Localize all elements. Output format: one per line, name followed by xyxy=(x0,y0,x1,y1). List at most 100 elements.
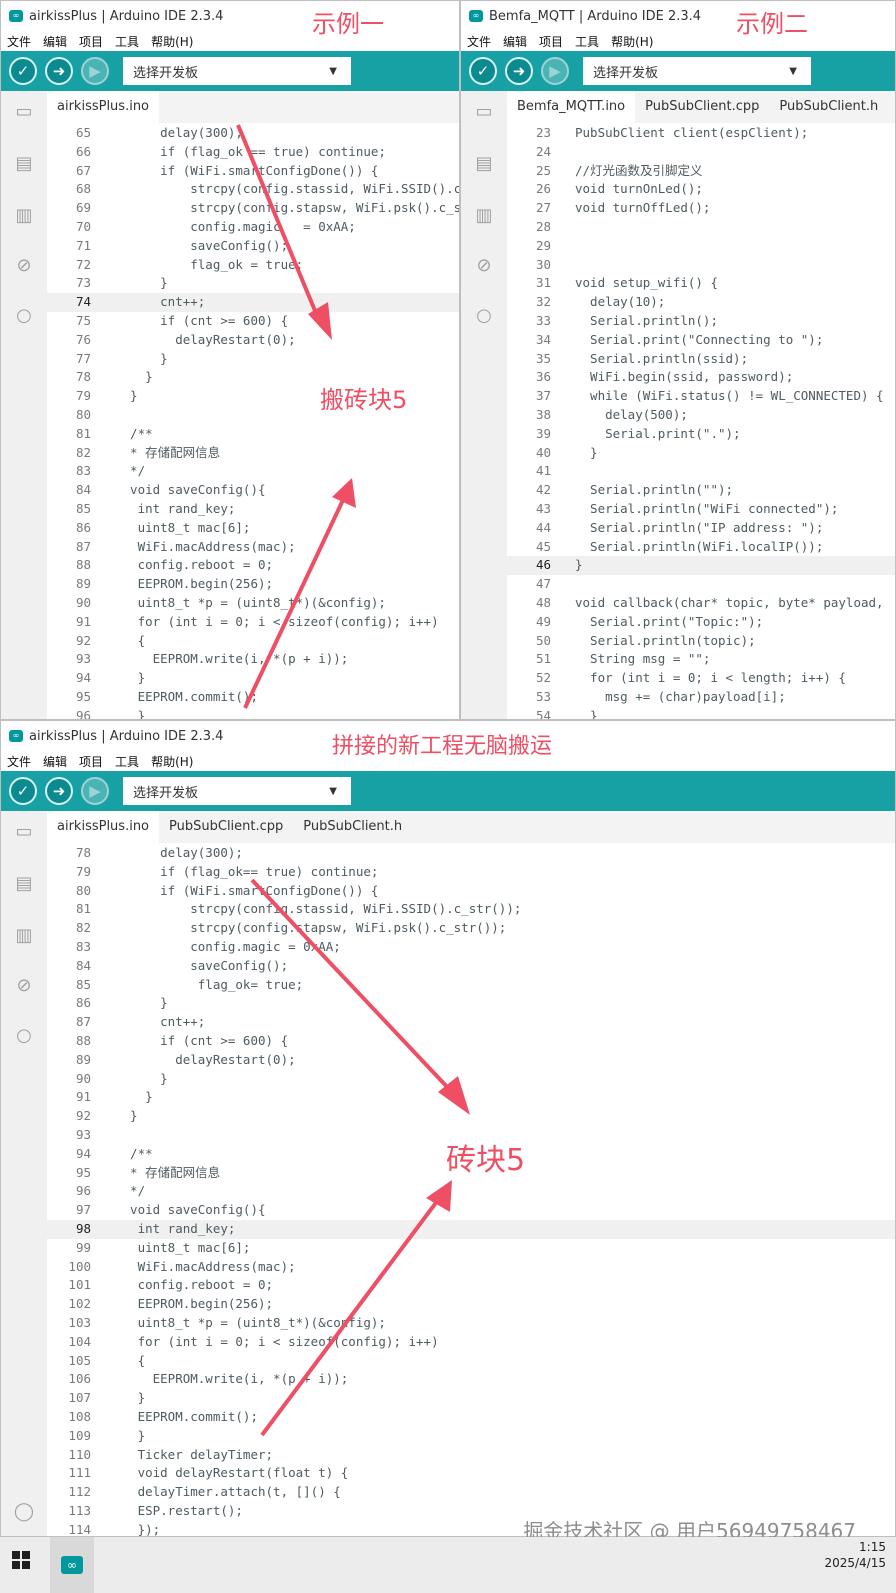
board-selector[interactable]: 选择开发板 ▼ xyxy=(123,57,351,85)
label-example2: 示例二 xyxy=(736,10,808,38)
library-icon[interactable]: ▥ xyxy=(13,925,35,947)
line-number: 94 xyxy=(75,1145,91,1161)
tab-pubsubclient-h[interactable]: PubSubClient.h xyxy=(769,91,888,123)
menu-help[interactable]: 帮助(H) xyxy=(151,753,193,770)
code-line: 83 config.magic = 0xAA; xyxy=(47,938,895,957)
menu-edit[interactable]: 编辑 xyxy=(43,753,67,770)
board-selector[interactable]: 选择开发板 ▼ xyxy=(583,57,811,85)
tab-pubsubclient-h[interactable]: PubSubClient.h xyxy=(293,811,412,843)
line-number: 49 xyxy=(535,613,551,629)
menu-file[interactable]: 文件 xyxy=(467,33,491,50)
menu-edit[interactable]: 编辑 xyxy=(43,33,67,50)
code-text: void saveConfig(){ xyxy=(115,1202,266,1218)
folder-icon[interactable]: ▭ xyxy=(13,821,35,843)
line-number: 70 xyxy=(75,219,91,234)
menu-tools[interactable]: 工具 xyxy=(115,753,139,770)
board-manager-icon[interactable]: ▤ xyxy=(473,153,495,175)
line-number: 92 xyxy=(75,1108,91,1124)
debug-icon[interactable]: ⊘ xyxy=(473,255,495,277)
code-text: EEPROM.begin(256); xyxy=(115,576,274,592)
windows-start-icon[interactable] xyxy=(12,1551,30,1569)
code-editor[interactable]: 65 delay(300); 66 if (flag_ok == true) co… xyxy=(47,123,459,719)
menu-tools[interactable]: 工具 xyxy=(575,33,599,50)
code-line: 50 Serial.println(topic); xyxy=(507,632,895,651)
verify-button[interactable]: ✓ xyxy=(469,57,497,85)
line-number: 81 xyxy=(75,901,91,917)
debug-button[interactable]: ▶ xyxy=(81,57,109,85)
board-selector[interactable]: 选择开发板 ▼ xyxy=(123,777,351,805)
profile-icon[interactable]: ◯ xyxy=(13,1501,35,1523)
code-text: delay(300); xyxy=(115,845,243,860)
verify-button[interactable]: ✓ xyxy=(9,777,37,805)
system-clock[interactable]: 1:15 2025/4/15 xyxy=(824,1539,886,1571)
board-manager-icon[interactable]: ▤ xyxy=(13,873,35,895)
search-icon[interactable]: ○ xyxy=(13,1025,35,1047)
line-number: 91 xyxy=(75,1089,91,1105)
code-line: 52 for (int i = 0; i < length; i++) { xyxy=(507,669,895,688)
folder-icon[interactable]: ▭ xyxy=(13,101,35,123)
tab-pubsubclient-cpp[interactable]: PubSubClient.cpp xyxy=(159,811,293,843)
code-line: 75 if (cnt >= 600) { xyxy=(47,312,459,331)
tab-airkissplus-ino[interactable]: airkissPlus.ino xyxy=(47,91,160,123)
menu-file[interactable]: 文件 xyxy=(7,33,31,50)
code-text: } xyxy=(115,670,146,686)
code-line: 39 Serial.print("."); xyxy=(507,425,895,444)
code-text: /** xyxy=(115,1145,153,1161)
code-editor[interactable]: 23 PubSubClient client(espClient); 24 25 //灯… xyxy=(507,123,895,719)
line-number: 84 xyxy=(75,957,91,973)
code-line: 26 void turnOnLed(); xyxy=(507,180,895,199)
tab-bemfa-mqtt-ino[interactable]: Bemfa_MQTT.ino xyxy=(507,91,636,123)
menu-help[interactable]: 帮助(H) xyxy=(611,33,653,50)
code-line: 31 void setup_wifi() { xyxy=(507,274,895,293)
code-line: 85 int rand_key; xyxy=(47,500,459,519)
debug-button[interactable]: ▶ xyxy=(541,57,569,85)
ide-window-combined: ∞ airkissPlus | Arduino IDE 2.3.4 文件 编辑 … xyxy=(0,720,896,1537)
line-number: 93 xyxy=(75,1127,91,1142)
library-icon[interactable]: ▥ xyxy=(13,205,35,227)
menu-project[interactable]: 项目 xyxy=(79,33,103,50)
menu-project[interactable]: 项目 xyxy=(539,33,563,50)
menu-help[interactable]: 帮助(H) xyxy=(151,33,193,50)
line-number: 48 xyxy=(535,595,551,610)
library-icon[interactable]: ▥ xyxy=(473,205,495,227)
upload-button[interactable]: ➜ xyxy=(45,777,73,805)
line-number: 113 xyxy=(68,1503,91,1518)
line-number: 96 xyxy=(75,1183,91,1199)
upload-button[interactable]: ➜ xyxy=(45,57,73,85)
code-text: delayRestart(0); xyxy=(115,331,296,347)
debug-icon[interactable]: ⊘ xyxy=(13,255,35,277)
code-line: 69 strcpy(config.stapsw, WiFi.psk().c_st… xyxy=(47,199,459,218)
code-line: 102 EEPROM.begin(256); xyxy=(47,1295,895,1314)
tab-pubsubclient-cpp[interactable]: PubSubClient.cpp xyxy=(635,91,769,123)
code-text: void saveConfig(){ xyxy=(115,482,266,498)
code-line: 81 strcpy(config.stassid, WiFi.SSID().c_… xyxy=(47,900,895,919)
line-number: 53 xyxy=(535,689,551,704)
menu-edit[interactable]: 编辑 xyxy=(503,33,527,50)
search-icon[interactable]: ○ xyxy=(473,305,495,327)
menu-project[interactable]: 项目 xyxy=(79,753,103,770)
line-number: 79 xyxy=(75,388,91,404)
taskbar-arduino-app[interactable]: ∞ xyxy=(50,1537,94,1593)
code-text: Serial.println(WiFi.localIP()); xyxy=(575,538,824,554)
menu-file[interactable]: 文件 xyxy=(7,753,31,770)
line-number: 34 xyxy=(535,331,551,347)
code-editor[interactable]: 78 delay(300); 79 if (flag_ok== true) con… xyxy=(47,843,895,1536)
line-number: 23 xyxy=(535,125,551,140)
debug-icon[interactable]: ⊘ xyxy=(13,975,35,997)
code-text: { xyxy=(115,1352,146,1368)
tab-airkissplus-ino[interactable]: airkissPlus.ino xyxy=(47,811,160,843)
search-icon[interactable]: ○ xyxy=(13,305,35,327)
code-line: 105 { xyxy=(47,1352,895,1371)
board-manager-icon[interactable]: ▤ xyxy=(13,153,35,175)
code-text: saveConfig(); xyxy=(115,957,289,973)
line-number: 83 xyxy=(75,939,91,954)
verify-button[interactable]: ✓ xyxy=(9,57,37,85)
debug-button[interactable]: ▶ xyxy=(81,777,109,805)
folder-icon[interactable]: ▭ xyxy=(473,101,495,123)
code-line: 67 if (WiFi.smartConfigDone()) { xyxy=(47,162,459,181)
line-number: 44 xyxy=(535,519,551,535)
arduino-app-icon: ∞ xyxy=(9,730,23,742)
menu-tools[interactable]: 工具 xyxy=(115,33,139,50)
code-text: Serial.println("WiFi connected"); xyxy=(575,501,839,516)
upload-button[interactable]: ➜ xyxy=(505,57,533,85)
